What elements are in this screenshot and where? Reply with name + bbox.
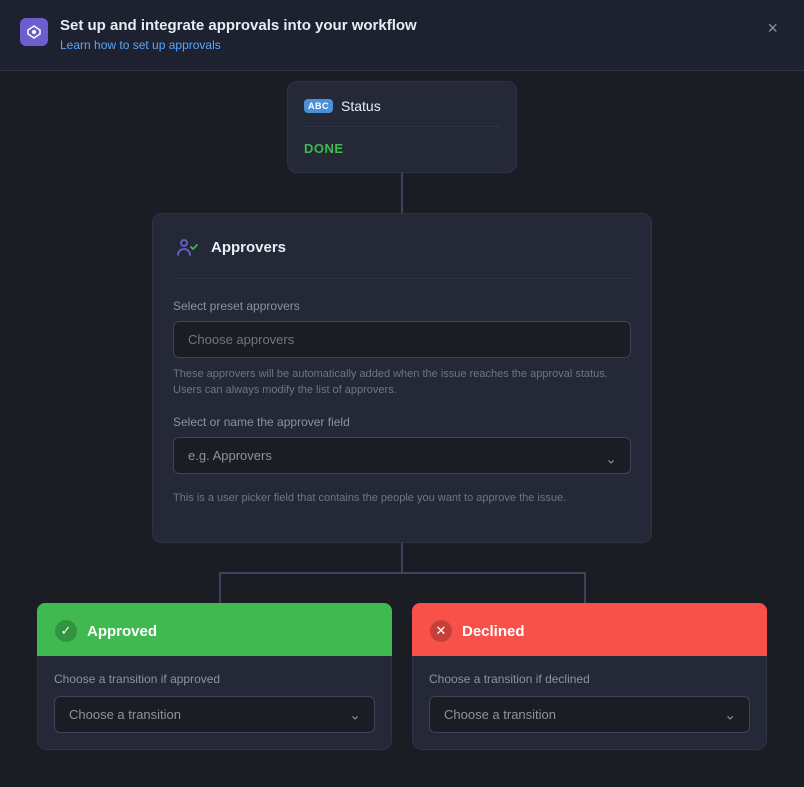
approvers-header: Approvers — [173, 234, 631, 279]
declined-badge: ✕ Declined — [412, 603, 767, 656]
approvers-section: Approvers Select preset approvers These … — [152, 213, 652, 544]
branch-area — [37, 543, 767, 603]
approved-transition-section: Choose a transition if approved Choose a… — [37, 656, 392, 750]
main-content: ABC Status DONE Approvers Select pres — [0, 71, 804, 786]
approved-container: ✓ Approved Choose a transition if approv… — [37, 603, 392, 750]
header-left: Set up and integrate approvals into your… — [20, 16, 417, 54]
done-badge: DONE — [304, 141, 500, 156]
branch-right-line — [584, 572, 586, 603]
branch-left-line — [219, 572, 221, 603]
dialog-title: Set up and integrate approvals into your… — [60, 16, 417, 36]
header: Set up and integrate approvals into your… — [0, 0, 804, 71]
status-card-title: Status — [341, 98, 381, 114]
status-card-header: ABC Status — [304, 98, 500, 127]
declined-transition-section: Choose a transition if declined Choose a… — [412, 656, 767, 750]
approved-transition-wrapper: Choose a transition — [54, 696, 375, 733]
abc-icon: ABC — [304, 99, 333, 113]
preset-hint: These approvers will be automatically ad… — [173, 366, 631, 399]
outcome-cards-row: ✓ Approved Choose a transition if approv… — [37, 603, 767, 750]
declined-transition-select[interactable]: Choose a transition — [429, 696, 750, 733]
status-card: ABC Status DONE — [287, 81, 517, 173]
inner-content: ABC Status DONE Approvers Select pres — [0, 71, 804, 786]
declined-transition-wrapper: Choose a transition — [429, 696, 750, 733]
approver-field-wrapper: e.g. Approvers — [173, 437, 631, 482]
approved-transition-label: Choose a transition if approved — [54, 672, 375, 686]
approvers-title: Approvers — [211, 239, 286, 256]
learn-more-link[interactable]: Learn how to set up approvals — [60, 38, 221, 52]
approvers-icon — [173, 234, 201, 262]
approved-check-icon: ✓ — [55, 620, 77, 642]
app-logo — [20, 18, 48, 46]
approved-label: Approved — [87, 623, 157, 640]
close-button[interactable]: × — [761, 16, 784, 41]
preset-approvers-input[interactable] — [173, 321, 631, 358]
preset-label: Select preset approvers — [173, 299, 631, 313]
field-hint: This is a user picker field that contain… — [173, 490, 631, 507]
declined-container: ✕ Declined Choose a transition if declin… — [412, 603, 767, 750]
approved-badge: ✓ Approved — [37, 603, 392, 656]
header-text: Set up and integrate approvals into your… — [60, 16, 417, 54]
declined-label: Declined — [462, 623, 525, 640]
branch-horiz-line — [220, 572, 585, 574]
branch-center-line — [401, 543, 403, 573]
connector-line-top — [401, 173, 403, 213]
field-label: Select or name the approver field — [173, 415, 631, 429]
declined-x-icon: ✕ — [430, 620, 452, 642]
approver-field-select[interactable]: e.g. Approvers — [173, 437, 631, 474]
declined-transition-label: Choose a transition if declined — [429, 672, 750, 686]
approved-transition-select[interactable]: Choose a transition — [54, 696, 375, 733]
